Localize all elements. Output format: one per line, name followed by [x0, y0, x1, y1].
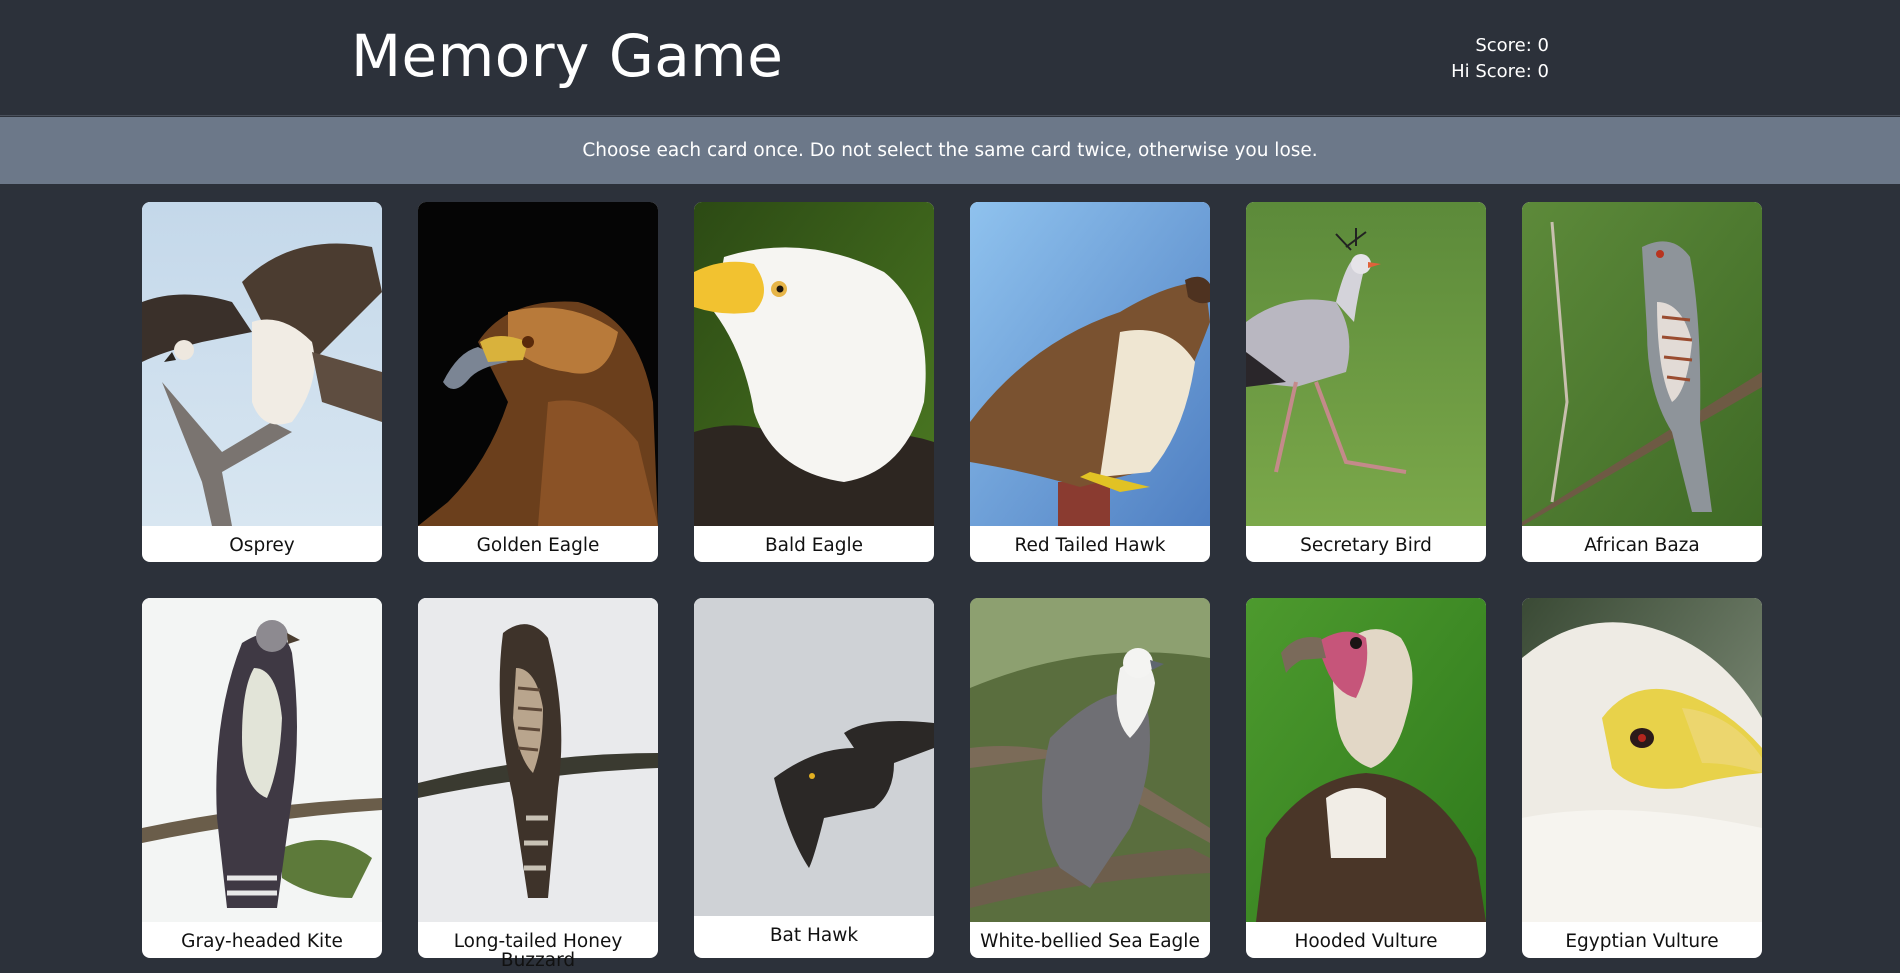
card-hooded-vulture[interactable]: Hooded Vulture	[1246, 598, 1486, 958]
card-secretary-bird[interactable]: Secretary Bird	[1246, 202, 1486, 562]
card-african-baza[interactable]: African Baza	[1522, 202, 1762, 562]
card-label: Bat Hawk	[769, 925, 859, 946]
card-bald-eagle[interactable]: Bald Eagle	[694, 202, 934, 562]
osprey-photo	[142, 202, 382, 526]
african-baza-photo	[1522, 202, 1762, 526]
hiscore-label: Hi Score: 0	[1451, 61, 1549, 82]
bat-hawk-photo	[694, 598, 934, 916]
card-long-tailed-honey-buzzard[interactable]: Long-tailed Honey Buzzard	[418, 598, 658, 971]
card-label: White-bellied Sea Eagle	[980, 931, 1200, 952]
secretary-bird-photo	[1246, 202, 1486, 526]
instructions-text: Choose each card once. Do not select the…	[582, 140, 1318, 161]
card-label: Secretary Bird	[1300, 535, 1432, 556]
card-red-tailed-hawk[interactable]: Red Tailed Hawk	[970, 202, 1210, 562]
page-title: Memory Game	[351, 22, 784, 90]
card-label: Bald Eagle	[764, 535, 864, 556]
card-egyptian-vulture[interactable]: Egyptian Vulture	[1522, 598, 1762, 958]
instructions-banner: Choose each card once. Do not select the…	[0, 117, 1900, 184]
score-label: Score: 0	[1475, 35, 1549, 56]
card-label: Red Tailed Hawk	[1014, 535, 1166, 556]
card-label: Golden Eagle	[476, 535, 600, 556]
gray-headed-kite-photo	[142, 598, 382, 922]
egyptian-vulture-photo	[1522, 598, 1762, 922]
card-bat-hawk[interactable]: Bat Hawk	[694, 598, 934, 958]
hooded-vulture-photo	[1246, 598, 1486, 922]
red-tailed-hawk-photo	[970, 202, 1210, 526]
card-label: Osprey	[229, 535, 295, 556]
card-white-bellied-sea-eagle[interactable]: White-bellied Sea Eagle	[970, 598, 1210, 958]
card-label: Gray-headed Kite	[181, 931, 343, 952]
score-panel: Score: 0 Hi Score: 0	[1451, 33, 1549, 85]
card-label: Long-tailed Honey Buzzard	[453, 931, 623, 971]
card-golden-eagle[interactable]: Golden Eagle	[418, 202, 658, 562]
card-label: African Baza	[1584, 535, 1700, 556]
long-tailed-honey-buzzard-photo	[418, 598, 658, 922]
card-label: Hooded Vulture	[1294, 931, 1438, 952]
card-grid: Osprey Golden Eagle Bald Eagle Red Taile…	[142, 202, 1762, 971]
card-label: Egyptian Vulture	[1565, 931, 1719, 952]
header: Memory Game Score: 0 Hi Score: 0	[0, 0, 1900, 116]
bald-eagle-photo	[694, 202, 934, 526]
card-gray-headed-kite[interactable]: Gray-headed Kite	[142, 598, 382, 958]
golden-eagle-photo	[418, 202, 658, 526]
card-osprey[interactable]: Osprey	[142, 202, 382, 562]
white-bellied-sea-eagle-photo	[970, 598, 1210, 922]
